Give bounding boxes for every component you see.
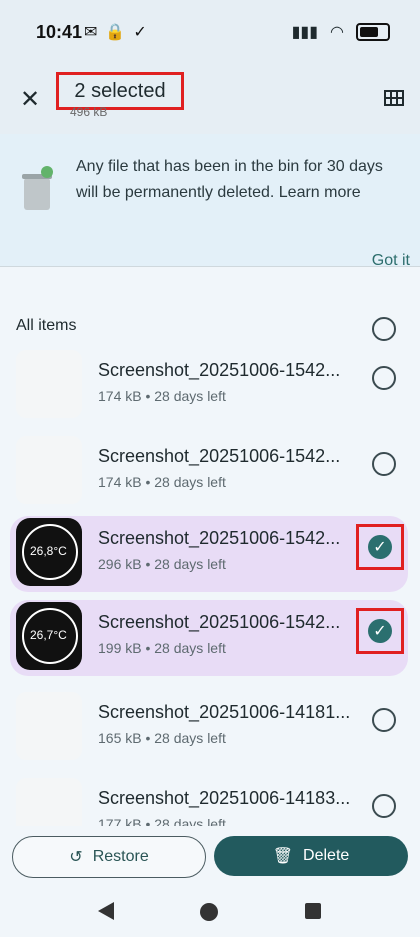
wifi-icon: ◠ <box>330 24 344 41</box>
checkmark-icon[interactable]: ✓ <box>368 535 392 559</box>
file-name: Screenshot_20251006-1542... <box>98 528 341 548</box>
battery-icon <box>356 23 390 41</box>
file-name: Screenshot_20251006-1542... <box>98 446 341 466</box>
got-it-button[interactable]: Got it <box>372 252 410 270</box>
file-row[interactable]: Screenshot_20251006-1542... 174 kB • 28 … <box>0 346 420 426</box>
selection-header: ✕ 2 selected 496 kB <box>0 62 420 134</box>
bin-info-text: Any file that has been in the bin for 30… <box>76 158 383 201</box>
file-meta: 174 kB • 28 days left <box>98 388 226 404</box>
select-radio[interactable] <box>372 794 396 818</box>
screenshot-thumbnail: 26,7°C <box>16 602 82 670</box>
status-icons-right: ▮▮▮ ◠ <box>292 22 390 42</box>
status-time: 10:41 <box>36 22 83 42</box>
file-row[interactable]: Screenshot_20251006-14181... 165 kB • 28… <box>0 688 420 768</box>
selected-count-label: 2 selected <box>74 79 166 102</box>
select-all-radio[interactable] <box>372 317 396 341</box>
screenshot-thumbnail: 26,8°C <box>16 518 82 586</box>
close-selection-button[interactable]: ✕ <box>16 86 44 114</box>
file-meta: 199 kB • 28 days left <box>98 640 226 656</box>
screenshot-thumbnail <box>16 350 82 418</box>
thumbnail-temperature: 26,8°C <box>30 544 67 558</box>
checkmark-icon[interactable]: ✓ <box>368 619 392 643</box>
recents-nav-icon[interactable] <box>305 903 321 919</box>
screenshot-thumbnail <box>16 436 82 504</box>
select-radio[interactable] <box>372 452 396 476</box>
file-meta: 165 kB • 28 days left <box>98 730 226 746</box>
restore-label: Restore <box>92 848 149 865</box>
delete-label: Delete <box>303 847 350 864</box>
thumbnail-temperature: 26,7°C <box>30 628 67 642</box>
all-items-label: All items <box>16 317 77 334</box>
select-radio[interactable] <box>372 366 396 390</box>
bin-info-banner: Any file that has been in the bin for 30… <box>0 134 420 270</box>
lock-icon: 🔒 <box>105 24 126 41</box>
delete-icon: 🗑 <box>272 848 294 865</box>
gmail-icon: ✉ <box>84 24 98 41</box>
home-nav-icon[interactable] <box>200 903 218 921</box>
trash-bin-icon <box>22 166 53 210</box>
file-meta: 296 kB • 28 days left <box>98 556 226 572</box>
file-meta: 174 kB • 28 days left <box>98 474 226 490</box>
restore-button[interactable]: ↺ Restore <box>12 836 206 878</box>
system-nav-bar <box>0 888 420 937</box>
file-name: Screenshot_20251006-14183... <box>98 788 351 808</box>
delete-button[interactable]: 🗑 Delete <box>214 836 408 876</box>
restore-icon: ↺ <box>69 849 83 866</box>
selected-size-label: 496 kB <box>70 105 108 119</box>
grid-view-icon[interactable] <box>382 86 406 110</box>
signal-icon: ▮▮▮ <box>291 24 319 41</box>
selected-checkmark-highlight[interactable]: ✓ <box>356 524 404 570</box>
status-bar: 10:41 ✉ 🔒 ✓ ▮▮▮ ◠ <box>0 0 420 62</box>
bottom-action-bar: ↺ Restore 🗑 Delete <box>0 826 420 888</box>
file-name: Screenshot_20251006-1542... <box>98 360 341 380</box>
select-radio[interactable] <box>372 708 396 732</box>
back-nav-icon[interactable] <box>98 902 114 920</box>
file-name: Screenshot_20251006-1542... <box>98 612 341 632</box>
check-icon: ✓ <box>133 24 147 41</box>
selected-checkmark-highlight[interactable]: ✓ <box>356 608 404 654</box>
status-icons-left: ✉ 🔒 ✓ <box>84 22 147 42</box>
file-row[interactable]: Screenshot_20251006-1542... 174 kB • 28 … <box>0 432 420 512</box>
file-name: Screenshot_20251006-14181... <box>98 702 351 722</box>
file-row-selected[interactable]: 26,7°C Screenshot_20251006-1542... 199 k… <box>0 598 420 678</box>
screenshot-thumbnail <box>16 692 82 760</box>
file-row-selected[interactable]: 26,8°C Screenshot_20251006-1542... 296 k… <box>0 514 420 594</box>
